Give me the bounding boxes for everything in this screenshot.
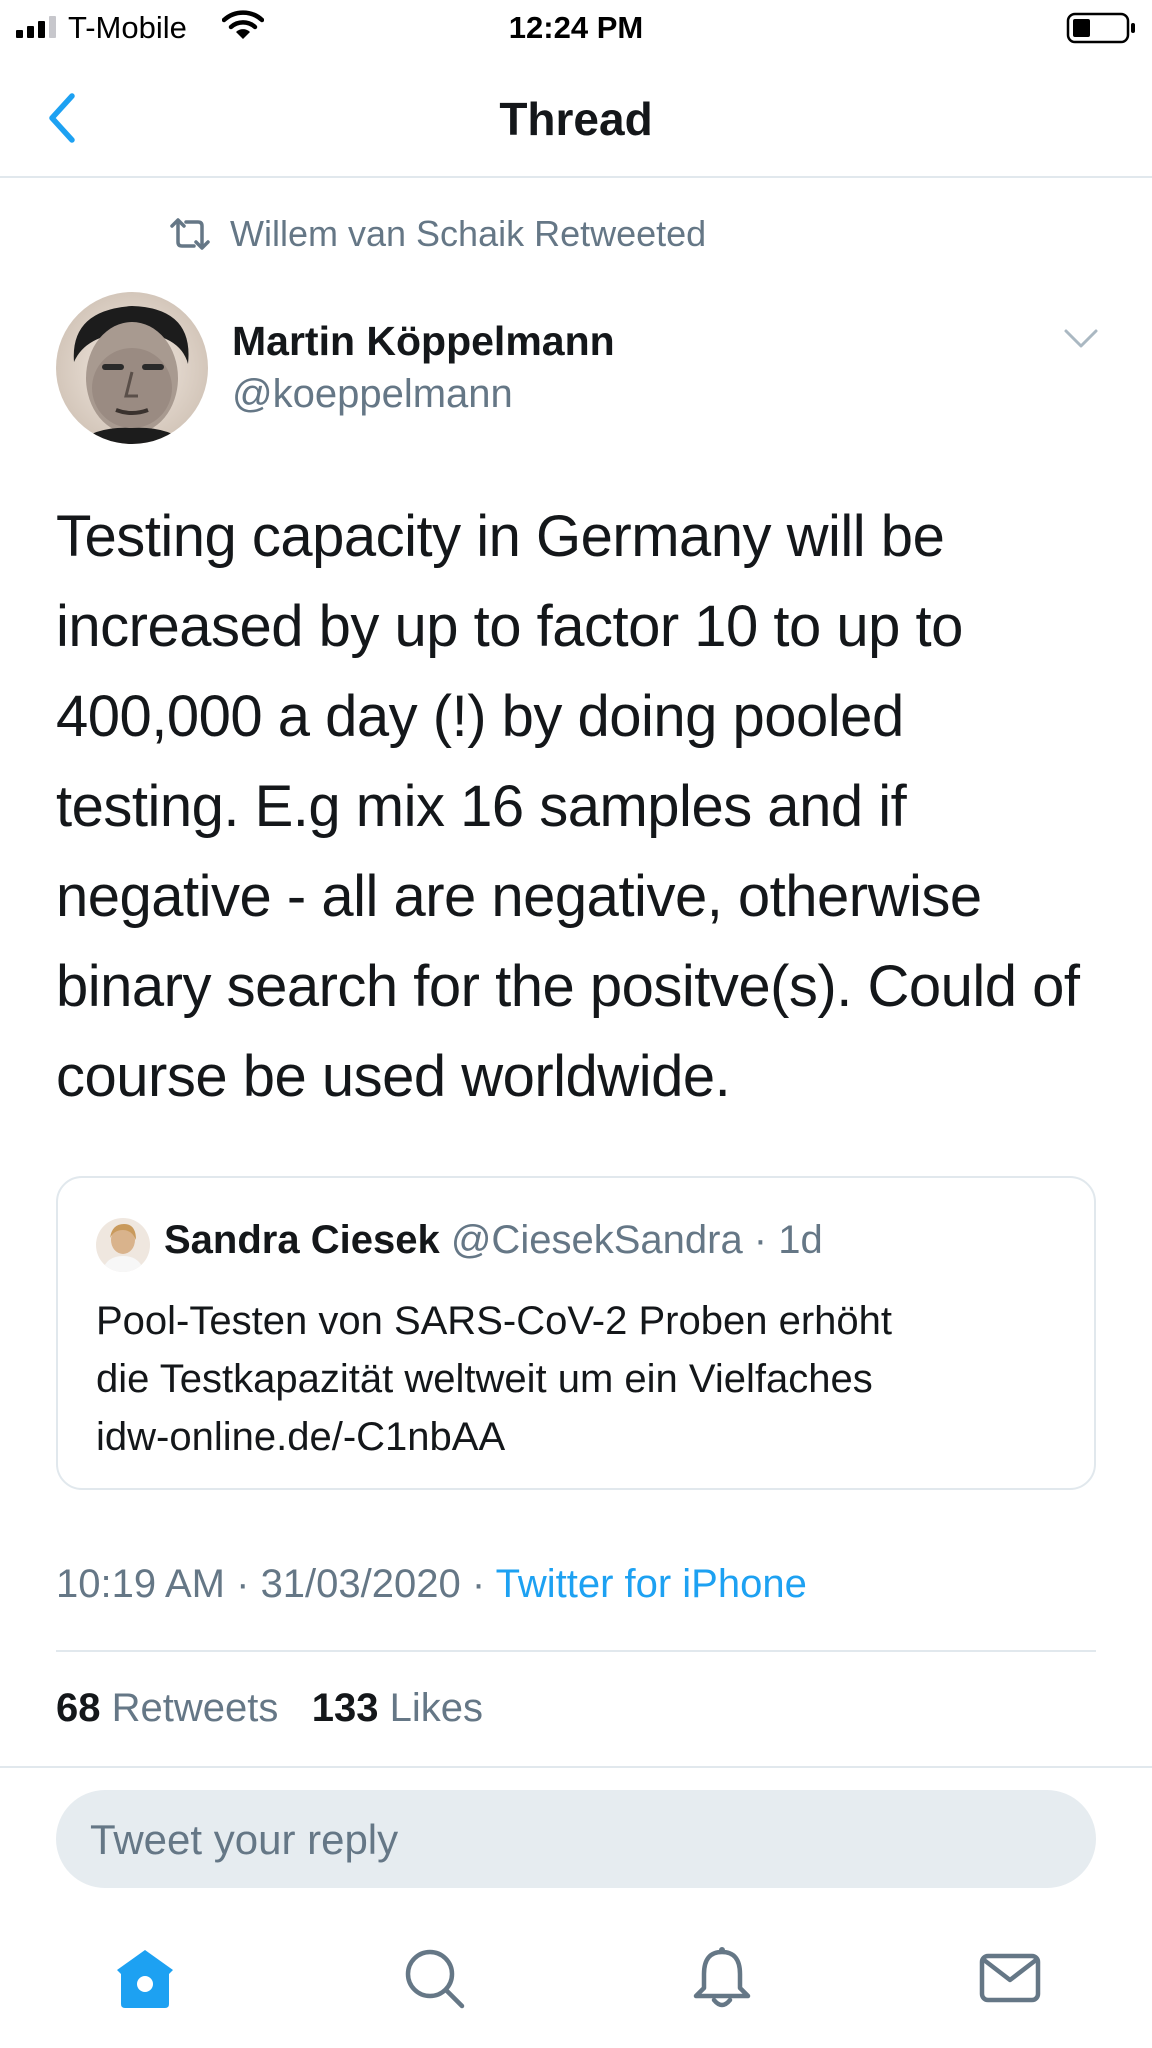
chevron-down-icon[interactable] xyxy=(1062,326,1100,352)
quoted-age: 1d xyxy=(778,1218,823,1262)
retweeted-by[interactable]: Willem van Schaik Retweeted xyxy=(168,212,706,256)
page-title: Thread xyxy=(499,93,653,145)
tweet-text: Testing capacity in Germany will be incr… xyxy=(56,504,1080,1109)
meta-separator: · xyxy=(225,1562,261,1606)
quoted-text-line: die Testkapazität weltweit um ein Vielfa… xyxy=(96,1357,873,1401)
status-bar: T-Mobile 12:24 PM xyxy=(0,0,1152,58)
tweet-time: 10:19 AM xyxy=(56,1562,226,1606)
nav-header: Thread xyxy=(0,58,1152,178)
quoted-text: Pool-Testen von SARS-CoV-2 Proben erhöht… xyxy=(96,1292,1076,1466)
author-handle[interactable]: @koeppelmann xyxy=(232,372,513,417)
search-icon[interactable] xyxy=(402,1946,466,2010)
notifications-icon[interactable] xyxy=(690,1946,754,2010)
quoted-header: Sandra Ciesek @CiesekSandra · 1d xyxy=(164,1218,823,1263)
quoted-author-handle: @CiesekSandra xyxy=(450,1218,743,1262)
messages-icon[interactable] xyxy=(978,1946,1042,2010)
tweet-meta: 10:19 AM · 31/03/2020 · Twitter for iPho… xyxy=(56,1562,807,1607)
tweet-source-link[interactable]: Twitter for iPhone xyxy=(496,1562,807,1606)
reply-placeholder: Tweet your reply xyxy=(90,1816,399,1863)
retweets-count: 68 xyxy=(56,1686,101,1730)
quoted-author-name: Sandra Ciesek xyxy=(164,1218,440,1262)
likes-stat[interactable]: 133 Likes xyxy=(312,1686,483,1730)
divider xyxy=(56,1650,1096,1652)
status-time: 12:24 PM xyxy=(508,10,644,45)
meta-separator: · xyxy=(460,1562,496,1606)
retweets-stat[interactable]: 68 Retweets xyxy=(56,1686,278,1730)
avatar[interactable] xyxy=(56,292,208,444)
likes-count: 133 xyxy=(311,1686,379,1730)
retweets-label: Retweets xyxy=(111,1686,279,1730)
divider xyxy=(0,1766,1152,1768)
author-name[interactable]: Martin Köppelmann xyxy=(232,318,615,365)
likes-label: Likes xyxy=(389,1686,483,1730)
home-icon[interactable] xyxy=(113,1946,177,2010)
battery-icon xyxy=(1066,12,1135,44)
tweet-stats: 68 Retweets 133 Likes xyxy=(56,1686,483,1731)
quoted-avatar xyxy=(96,1218,150,1272)
tab-bar xyxy=(0,1920,1152,2048)
quoted-text-line: Pool-Testen von SARS-CoV-2 Proben erhöht xyxy=(96,1299,892,1343)
retweeted-by-label: Willem van Schaik Retweeted xyxy=(230,213,707,254)
quoted-separator: · xyxy=(742,1218,779,1262)
reply-input[interactable]: Tweet your reply xyxy=(56,1790,1096,1888)
quoted-text-line: idw-online.de/-C1nbAA xyxy=(96,1415,506,1459)
tweet-date: 31/03/2020 xyxy=(260,1562,461,1606)
retweet-icon xyxy=(170,218,210,250)
quoted-tweet-card[interactable]: Sandra Ciesek @CiesekSandra · 1d Pool-Te… xyxy=(56,1176,1096,1490)
